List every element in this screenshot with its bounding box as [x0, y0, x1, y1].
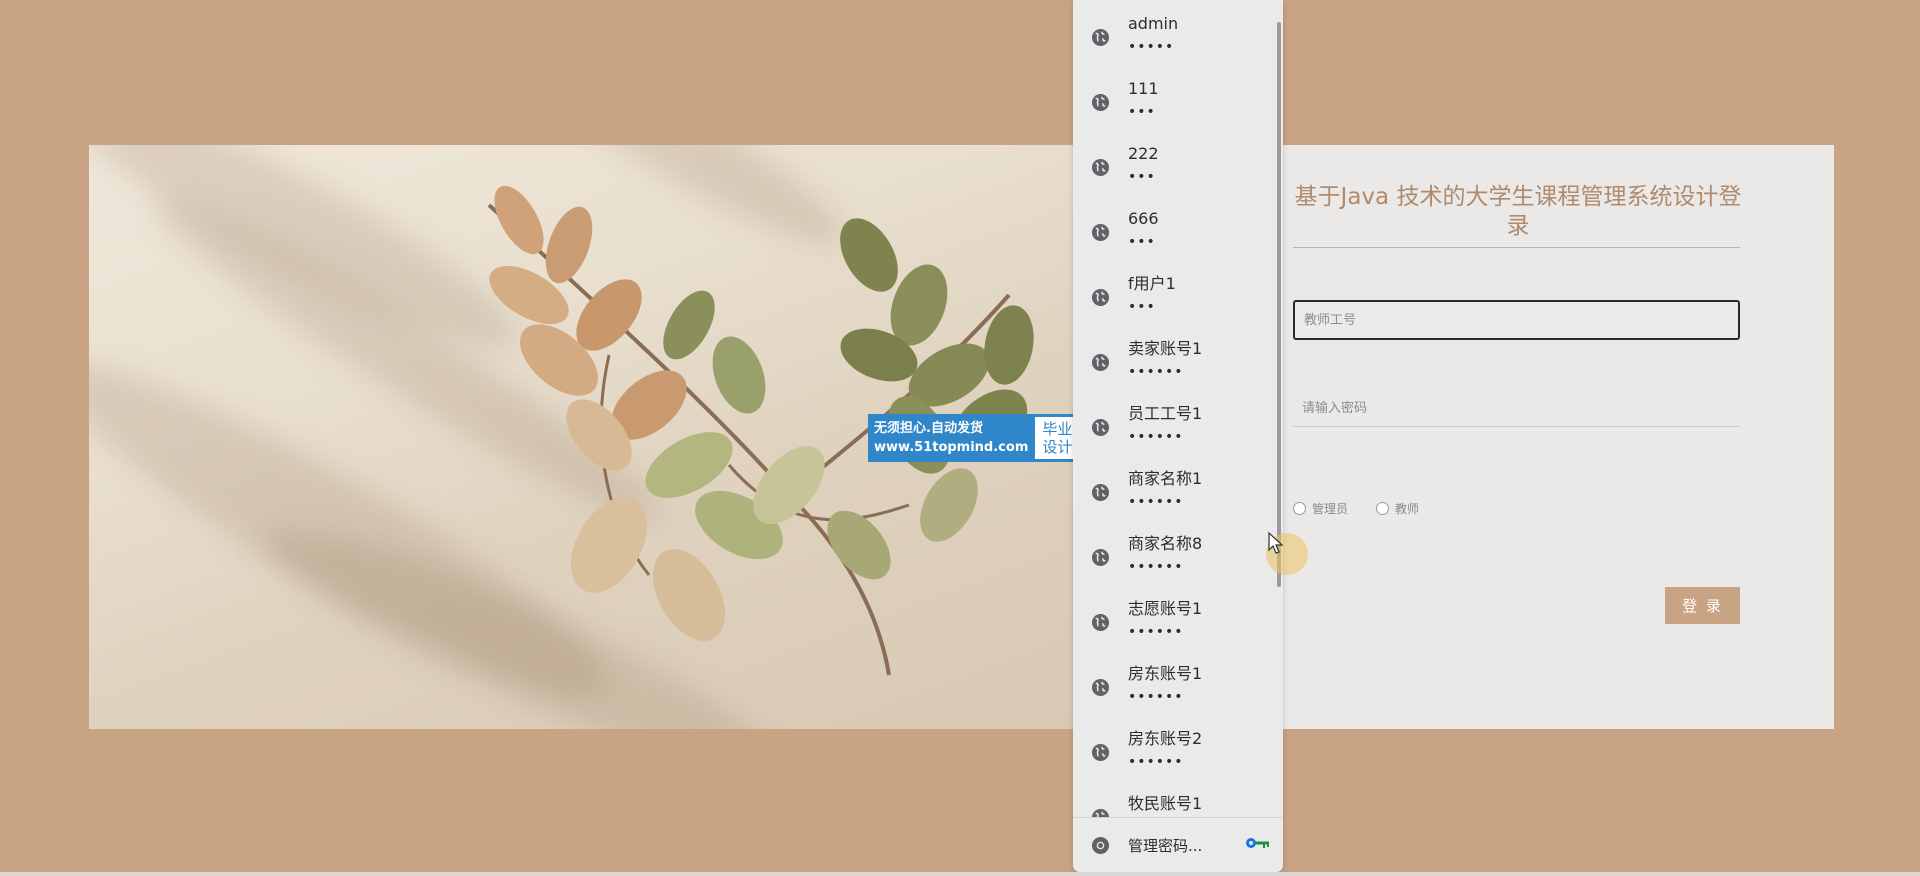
globe-icon [1091, 743, 1110, 762]
globe-icon [1091, 288, 1110, 307]
password-input[interactable] [1293, 390, 1740, 426]
role-radio-admin[interactable]: 管理员 [1293, 500, 1348, 517]
password-autofill-dropdown[interactable]: admin ••••• 111 ••• 222 ••• 666 ••• f用户1 ••• 卖家账号1… [1073, 0, 1283, 872]
globe-icon [1091, 418, 1110, 437]
globe-icon [1091, 28, 1110, 47]
autofill-item[interactable]: 牧民账号1•••••• [1073, 780, 1283, 818]
autofill-username: 牧民账号1 [1128, 794, 1203, 813]
password-field[interactable] [1293, 390, 1740, 427]
autofill-item[interactable]: admin ••••• [1073, 0, 1283, 65]
radio-circle-icon[interactable] [1376, 502, 1390, 515]
login-button[interactable]: 登 录 [1665, 587, 1740, 624]
autofill-username: admin [1128, 14, 1179, 33]
autofill-item[interactable]: 222 ••• [1073, 130, 1283, 195]
autofill-username: 房东账号2 [1128, 729, 1203, 748]
bottom-edge [0, 872, 1920, 876]
autofill-password-mask: •••••• [1128, 689, 1184, 705]
autofill-item[interactable]: 房东账号2 •••••• [1073, 715, 1283, 780]
autofill-list: admin ••••• 111 ••• 222 ••• 666 ••• f用户1 ••• 卖家账号1… [1073, 0, 1283, 818]
autofill-item[interactable]: 商家名称8 •••••• [1073, 520, 1283, 585]
autofill-scrollbar[interactable] [1277, 22, 1281, 587]
autofill-password-mask: •••••• [1128, 754, 1184, 770]
login-form: 基于Java 技术的大学生课程管理系统设计登录 管理员 教师 登 录 [1283, 145, 1743, 729]
autofill-password-mask: ••• [1128, 234, 1156, 250]
autofill-item[interactable]: 111 ••• [1073, 65, 1283, 130]
autofill-username: 666 [1128, 209, 1159, 228]
manage-passwords-item[interactable]: 管理密码... [1073, 817, 1283, 872]
autofill-password-mask: ••• [1128, 169, 1156, 185]
title-divider [1293, 247, 1740, 248]
radio-circle-icon[interactable] [1293, 502, 1306, 515]
globe-icon [1091, 613, 1110, 632]
watermark-url: www.51topmind.com [874, 440, 1029, 455]
autofill-password-mask: ••••• [1128, 39, 1175, 55]
autofill-password-mask: •••••• [1128, 429, 1184, 445]
autofill-username: 房东账号1 [1128, 664, 1203, 683]
autofill-username: f用户1 [1128, 274, 1176, 293]
autofill-username: 员工工号1 [1128, 404, 1203, 423]
globe-icon [1091, 158, 1110, 177]
globe-icon [1091, 678, 1110, 697]
role-label-admin: 管理员 [1312, 502, 1349, 516]
watermark-slogan: 无须担心.自动发货 [874, 421, 983, 436]
autofill-username: 商家名称8 [1128, 534, 1203, 553]
teacher-id-field[interactable] [1293, 300, 1740, 340]
autofill-password-mask: •••••• [1128, 364, 1184, 380]
globe-icon [1091, 223, 1110, 242]
role-radio-teacher[interactable]: 教师 [1376, 500, 1419, 517]
watermark-badge: 无须担心.自动发货 www.51topmind.com 毕业 设计 [868, 414, 1083, 462]
autofill-username: 卖家账号1 [1128, 339, 1203, 358]
autofill-username: 志愿账号1 [1128, 599, 1203, 618]
autofill-password-mask: ••• [1128, 299, 1156, 315]
manage-passwords-label: 管理密码... [1128, 836, 1203, 855]
globe-icon [1091, 548, 1110, 567]
teacher-id-input[interactable] [1295, 302, 1738, 338]
globe-icon [1091, 483, 1110, 502]
role-radio-group: 管理员 教师 [1293, 500, 1419, 517]
autofill-password-mask: •••••• [1128, 559, 1184, 575]
watermark-badge-line2: 设计 [1042, 438, 1073, 456]
autofill-password-mask: •••••• [1128, 624, 1184, 640]
autofill-username: 111 [1128, 79, 1159, 98]
autofill-password-mask: ••• [1128, 104, 1156, 120]
watermark-badge-line1: 毕业 [1042, 420, 1073, 438]
autofill-username: 222 [1128, 144, 1159, 163]
mouse-cursor-icon [1268, 532, 1284, 554]
autofill-item[interactable]: f用户1 ••• [1073, 260, 1283, 325]
autofill-item[interactable]: 员工工号1 •••••• [1073, 390, 1283, 455]
autofill-item[interactable]: 666 ••• [1073, 195, 1283, 260]
globe-icon [1091, 93, 1110, 112]
globe-icon [1091, 353, 1110, 372]
autofill-item[interactable]: 商家名称1 •••••• [1073, 455, 1283, 520]
page-title: 基于Java 技术的大学生课程管理系统设计登录 [1294, 184, 1742, 239]
autofill-item[interactable]: 卖家账号1 •••••• [1073, 325, 1283, 390]
autofill-item[interactable]: 房东账号1 •••••• [1073, 650, 1283, 715]
chrome-icon [1091, 836, 1110, 854]
autofill-item[interactable]: 志愿账号1 •••••• [1073, 585, 1283, 650]
key-icon [1246, 838, 1269, 848]
role-label-teacher: 教师 [1395, 502, 1420, 516]
autofill-username: 商家名称1 [1128, 469, 1203, 488]
autofill-password-mask: •••••• [1128, 494, 1184, 510]
